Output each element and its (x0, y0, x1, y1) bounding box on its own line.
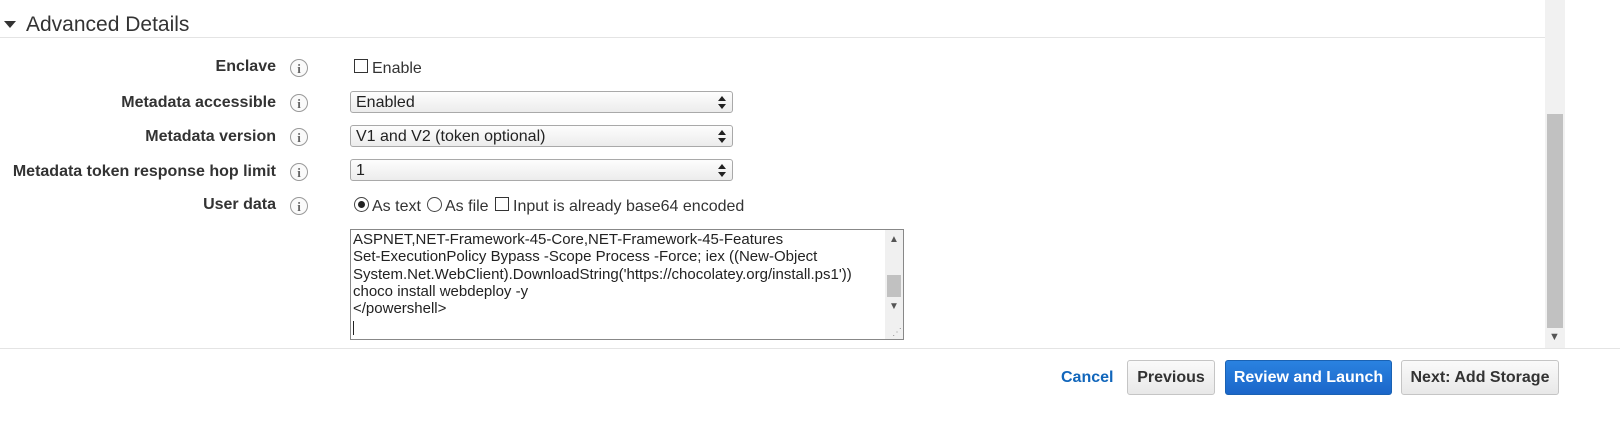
cancel-button[interactable]: Cancel (1061, 369, 1113, 387)
enclave-info-icon[interactable]: i (290, 59, 308, 77)
metadata-version-label: Metadata version (145, 128, 276, 145)
metadata-accessible-label: Metadata accessible (121, 94, 276, 111)
section-title: Advanced Details (26, 13, 190, 36)
textarea-line: choco install webdeploy -y (353, 282, 529, 300)
select-arrows-icon (718, 164, 726, 177)
user-data-info-icon[interactable]: i (290, 197, 308, 215)
user-data-textarea[interactable]: ASPNET,NET-Framework-45-Core,NET-Framewo… (350, 229, 904, 340)
text-cursor (353, 321, 354, 335)
footer-divider (0, 348, 1620, 349)
metadata-accessible-select[interactable]: Enabled (350, 91, 733, 113)
as-text-label: As text (372, 198, 421, 215)
enclave-enable-label: Enable (372, 60, 422, 77)
base64-label: Input is already base64 encoded (513, 198, 745, 215)
enclave-label: Enclave (215, 58, 276, 75)
user-data-label: User data (203, 196, 276, 213)
metadata-version-info-icon[interactable]: i (290, 128, 308, 146)
textarea-scrollbar[interactable]: ▲ ▼ (885, 230, 903, 339)
select-arrows-icon (718, 96, 726, 109)
user-data-text: ASPNET,NET-Framework-45-Core,NET-Framewo… (353, 231, 852, 317)
metadata-accessible-info-icon[interactable]: i (290, 94, 308, 112)
base64-checkbox[interactable] (495, 197, 509, 211)
textarea-line: System.Net.WebClient).DownloadString('ht… (353, 265, 852, 283)
metadata-accessible-value: Enabled (356, 94, 415, 111)
hop-limit-label: Metadata token response hop limit (12, 163, 276, 180)
resize-grip-icon[interactable]: ⋰ (892, 328, 902, 338)
as-text-radio[interactable] (354, 197, 369, 212)
select-arrows-icon (718, 130, 726, 143)
textarea-line: Set-ExecutionPolicy Bypass -Scope Proces… (353, 248, 818, 266)
metadata-version-select[interactable]: V1 and V2 (token optional) (350, 125, 733, 147)
metadata-version-value: V1 and V2 (token optional) (356, 128, 546, 145)
review-and-launch-button[interactable]: Review and Launch (1225, 360, 1392, 395)
textarea-line: </powershell> (353, 300, 447, 318)
advanced-details-header[interactable]: Advanced Details (0, 0, 1545, 38)
as-file-radio[interactable] (427, 197, 442, 212)
as-file-label: As file (445, 198, 489, 215)
scroll-up-icon[interactable]: ▲ (889, 235, 899, 245)
scroll-down-icon[interactable]: ▼ (889, 302, 899, 312)
scroll-down-icon[interactable]: ▼ (1549, 331, 1560, 343)
caret-down-icon[interactable] (4, 21, 16, 28)
enclave-enable-checkbox[interactable] (354, 59, 368, 73)
page-scroll-thumb[interactable] (1547, 114, 1563, 328)
hop-limit-info-icon[interactable]: i (290, 163, 308, 181)
previous-button[interactable]: Previous (1127, 360, 1215, 395)
textarea-line: ASPNET,NET-Framework-45-Core,NET-Framewo… (353, 231, 784, 248)
page-scrollbar[interactable]: ▼ (1545, 0, 1565, 348)
hop-limit-select[interactable]: 1 (350, 159, 733, 181)
textarea-scroll-thumb[interactable] (887, 275, 901, 297)
hop-limit-value: 1 (356, 162, 365, 179)
next-add-storage-button[interactable]: Next: Add Storage (1401, 360, 1559, 395)
